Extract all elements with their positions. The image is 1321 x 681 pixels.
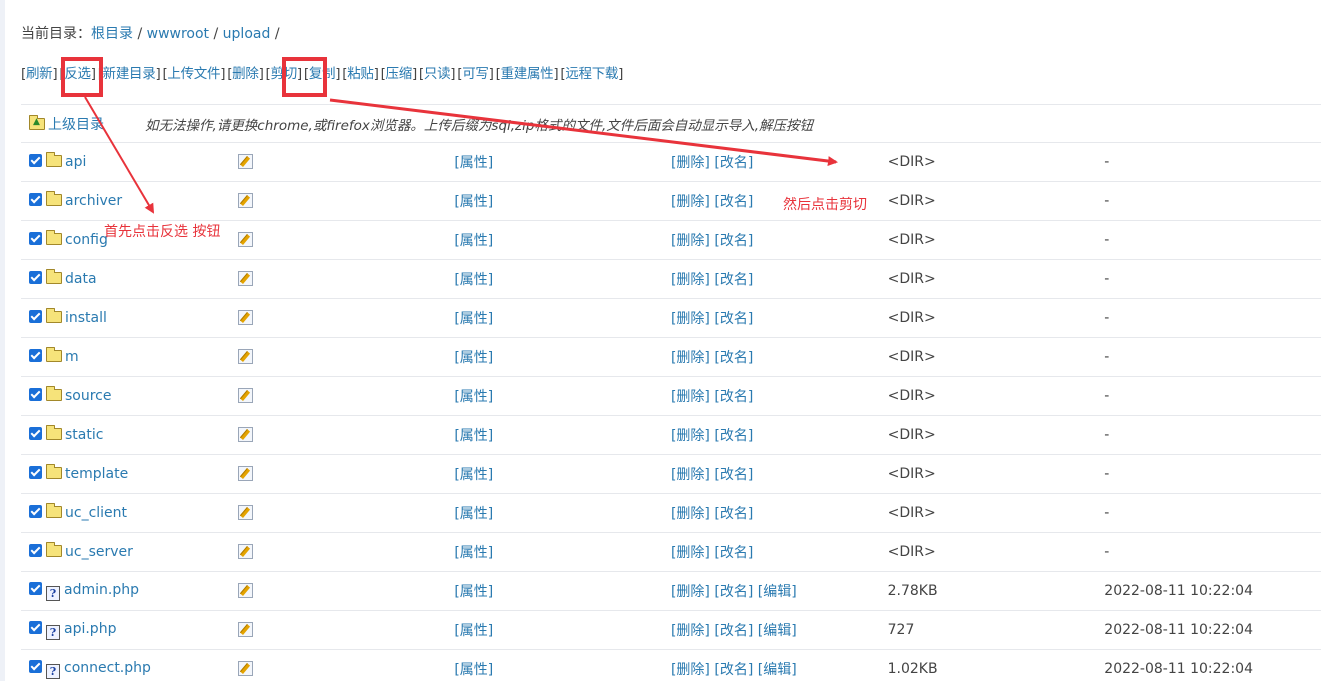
- annotation-step2: 然后点击剪切: [783, 197, 867, 213]
- arrow-to-step2-label: [329, 98, 838, 166]
- arrow-to-step1-label: [84, 96, 155, 214]
- annotation-arrows: [84, 96, 838, 214]
- annotation-step1: 首先点击反选 按钮: [104, 224, 221, 240]
